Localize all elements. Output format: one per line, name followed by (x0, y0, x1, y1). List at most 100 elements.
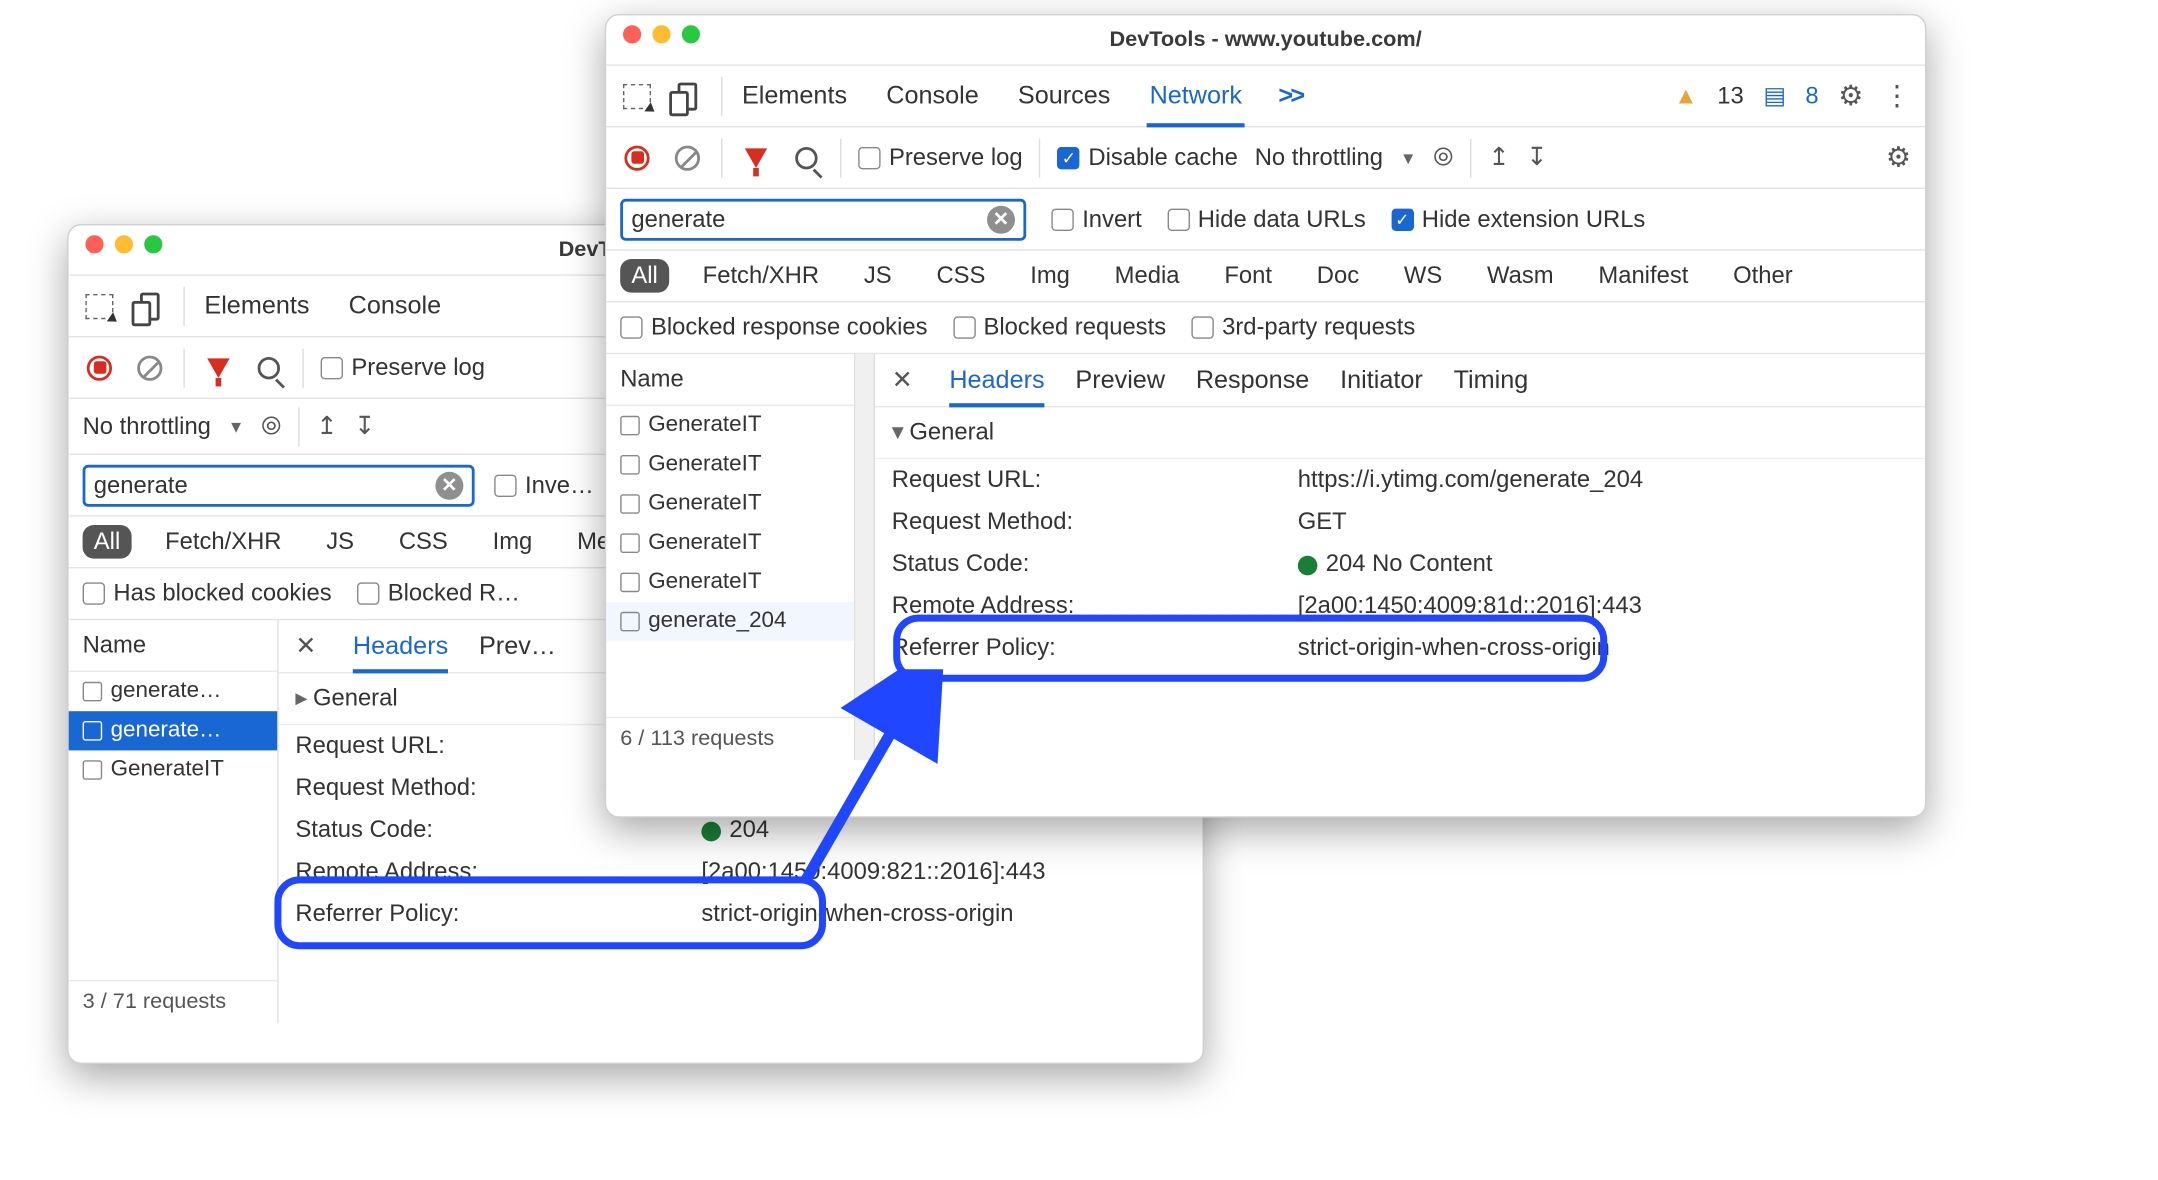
throttling-select[interactable]: No throttling (1255, 144, 1383, 172)
type-all[interactable]: All (620, 259, 669, 293)
close-window-icon[interactable] (623, 25, 641, 43)
type-js[interactable]: JS (315, 525, 365, 559)
type-img[interactable]: Img (481, 525, 543, 559)
type-img[interactable]: Img (1019, 259, 1081, 293)
type-fetchxhr[interactable]: Fetch/XHR (691, 259, 830, 293)
type-font[interactable]: Font (1213, 259, 1283, 293)
filter-input[interactable]: generate ✕ (83, 464, 475, 506)
type-css[interactable]: CSS (388, 525, 459, 559)
search-icon[interactable] (252, 351, 286, 385)
request-row[interactable]: GenerateIT (606, 445, 854, 484)
chevron-down-icon[interactable]: ▼ (228, 417, 245, 437)
type-doc[interactable]: Doc (1306, 259, 1371, 293)
type-all[interactable]: All (83, 525, 132, 559)
gear-icon[interactable]: ⚙ (1886, 140, 1911, 175)
column-name[interactable]: Name (69, 620, 278, 672)
close-icon[interactable]: ✕ (892, 365, 913, 394)
blocked-r-checkbox[interactable] (357, 582, 379, 604)
clear-button[interactable] (133, 351, 167, 385)
tab-console[interactable]: Console (883, 81, 981, 110)
request-row[interactable]: GenerateIT (606, 563, 854, 602)
third-party-checkbox[interactable] (1191, 316, 1213, 338)
hide-extension-urls-checkbox[interactable]: ✓ (1391, 208, 1413, 230)
record-button[interactable] (83, 351, 117, 385)
tab-response[interactable]: Response (1196, 365, 1309, 394)
filter-icon[interactable] (739, 141, 773, 175)
more-tabs-icon[interactable]: >> (1278, 81, 1302, 110)
tab-preview[interactable]: Preview (1075, 365, 1165, 394)
kebab-menu-icon[interactable]: ⋮ (1883, 89, 1911, 103)
toggle-device-icon[interactable] (671, 79, 705, 113)
type-other[interactable]: Other (1722, 259, 1804, 293)
invert-checkbox[interactable] (1051, 208, 1073, 230)
tab-initiator[interactable]: Initiator (1340, 365, 1423, 394)
request-row[interactable]: GenerateIT (606, 406, 854, 445)
clear-filter-icon[interactable]: ✕ (987, 205, 1015, 233)
window-controls[interactable] (85, 235, 162, 253)
request-row[interactable]: generate… (69, 711, 278, 750)
blocked-response-cookies-checkbox[interactable] (620, 316, 642, 338)
invert-checkbox[interactable] (494, 474, 516, 496)
gear-icon[interactable]: ⚙ (1838, 78, 1863, 113)
download-har-icon[interactable]: ↧ (1526, 143, 1547, 172)
general-section[interactable]: ▾General (875, 407, 1925, 459)
tab-sources[interactable]: Sources (1015, 81, 1113, 110)
network-conditions-icon[interactable]: ⦾ (1433, 143, 1453, 172)
warning-icon[interactable]: ▲ (1674, 82, 1698, 110)
disable-cache-checkbox[interactable]: ✓ (1058, 146, 1080, 168)
type-ws[interactable]: WS (1393, 259, 1454, 293)
clear-filter-icon[interactable]: ✕ (435, 471, 463, 499)
filter-icon[interactable] (202, 351, 236, 385)
request-row[interactable]: GenerateIT (606, 524, 854, 563)
type-js[interactable]: JS (853, 259, 903, 293)
window-controls[interactable] (623, 25, 700, 43)
inspect-element-icon[interactable] (83, 289, 117, 323)
disclosure-icon[interactable]: ▾ (892, 419, 904, 446)
type-css[interactable]: CSS (925, 259, 996, 293)
tab-network[interactable]: Network (1147, 81, 1245, 110)
tab-console[interactable]: Console (346, 291, 444, 320)
column-name[interactable]: Name (606, 354, 854, 406)
close-window-icon[interactable] (85, 235, 103, 253)
preserve-log-checkbox[interactable] (858, 146, 880, 168)
type-wasm[interactable]: Wasm (1476, 259, 1565, 293)
warning-count[interactable]: 13 (1717, 82, 1743, 110)
messages-icon[interactable]: ▤ (1763, 82, 1785, 110)
tab-headers[interactable]: Headers (353, 631, 448, 660)
blocked-requests-checkbox[interactable] (953, 316, 975, 338)
request-row[interactable]: generate… (69, 672, 278, 711)
minimize-window-icon[interactable] (115, 235, 133, 253)
filter-input[interactable]: generate ✕ (620, 198, 1026, 240)
request-row[interactable]: GenerateIT (606, 484, 854, 523)
has-blocked-cookies-checkbox[interactable] (83, 582, 105, 604)
message-count[interactable]: 8 (1805, 82, 1818, 110)
clear-button[interactable] (671, 141, 705, 175)
maximize-window-icon[interactable] (144, 235, 162, 253)
tab-timing[interactable]: Timing (1454, 365, 1529, 394)
request-row[interactable]: generate_204 (606, 602, 854, 641)
chevron-down-icon[interactable]: ▼ (1400, 148, 1417, 168)
upload-har-icon[interactable]: ↥ (1488, 143, 1509, 172)
disclosure-icon[interactable]: ▸ (295, 685, 307, 712)
record-button[interactable] (620, 141, 654, 175)
inspect-element-icon[interactable] (620, 79, 654, 113)
request-row[interactable]: GenerateIT (69, 750, 278, 789)
tab-elements[interactable]: Elements (202, 291, 313, 320)
hide-data-urls-checkbox[interactable] (1167, 208, 1189, 230)
tab-preview[interactable]: Prev… (479, 631, 556, 660)
type-media[interactable]: Media (1103, 259, 1190, 293)
download-har-icon[interactable]: ↧ (354, 412, 375, 441)
search-icon[interactable] (790, 141, 824, 175)
titlebar[interactable]: DevTools - www.youtube.com/ (606, 15, 1925, 65)
throttling-select[interactable]: No throttling (83, 412, 211, 440)
type-fetchxhr[interactable]: Fetch/XHR (154, 525, 293, 559)
tab-headers[interactable]: Headers (949, 365, 1044, 394)
toggle-device-icon[interactable] (133, 289, 167, 323)
network-conditions-icon[interactable]: ⦾ (261, 412, 281, 441)
maximize-window-icon[interactable] (682, 25, 700, 43)
upload-har-icon[interactable]: ↥ (316, 412, 337, 441)
tab-elements[interactable]: Elements (739, 81, 850, 110)
preserve-log-checkbox[interactable] (321, 356, 343, 378)
close-icon[interactable]: ✕ (295, 631, 316, 660)
type-manifest[interactable]: Manifest (1587, 259, 1699, 293)
